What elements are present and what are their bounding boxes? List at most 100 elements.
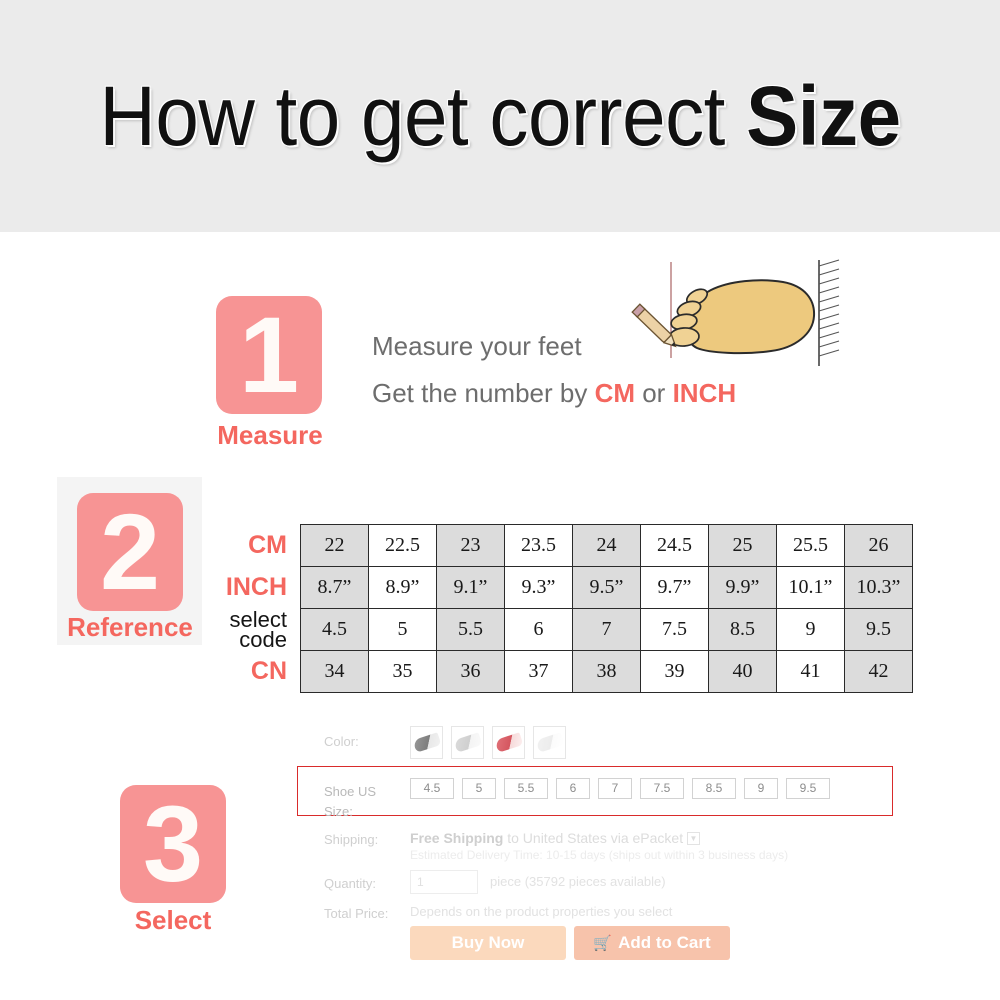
table-cell: 22 [300, 524, 369, 567]
step-caption-measure: Measure [217, 420, 323, 450]
shoe-size-label-line2: Size: [324, 804, 353, 819]
step1-units-or: or [635, 378, 673, 408]
color-swatch-light-grey[interactable] [451, 726, 484, 759]
table-cell: 9.3” [504, 566, 573, 609]
shoe-size-option[interactable]: 7 [598, 778, 632, 799]
add-to-cart-label: Add to Cart [618, 933, 711, 952]
table-cell: 8.7” [300, 566, 369, 609]
table-row: 4.5 5 5.5 6 7 7.5 8.5 9 9.5 [300, 608, 913, 651]
step1-line-units: Get the number by CM or INCH [372, 378, 736, 409]
color-label: Color: [324, 734, 359, 749]
color-swatch-red[interactable] [492, 726, 525, 759]
table-cell: 9.1” [436, 566, 505, 609]
shipping-estimate: Estimated Delivery Time: 10-15 days (shi… [410, 848, 789, 862]
table-cell: 38 [572, 650, 641, 693]
color-swatch-group[interactable] [410, 726, 566, 759]
ruler-ticks [818, 259, 840, 357]
add-to-cart-button[interactable]: 🛒 Add to Cart [574, 926, 730, 960]
table-cell: 23 [436, 524, 505, 567]
step1-line-measure: Measure your feet [372, 331, 582, 361]
size-table-row-labels: CM INCH select code CN [190, 524, 295, 692]
step1-unit-inch: INCH [672, 378, 737, 408]
foot-measurement-illustration [625, 258, 845, 370]
size-guide-page: How to get correct Size 1 Measure Measur… [0, 0, 1000, 1000]
table-row: 22 22.5 23 23.5 24 24.5 25 25.5 26 [300, 524, 913, 567]
step-badge-2: 2 [77, 493, 183, 611]
table-cell: 9 [776, 608, 845, 651]
total-price-label: Total Price: [324, 906, 389, 921]
shoe-size-option[interactable]: 6 [556, 778, 590, 799]
step-caption-select: Select [134, 905, 212, 935]
color-swatch-grey[interactable] [410, 726, 443, 759]
shoe-icon [453, 732, 482, 753]
table-cell: 25 [708, 524, 777, 567]
shoe-size-label-line1: Shoe US [324, 784, 377, 799]
shoe-size-option[interactable]: 4.5 [410, 778, 454, 799]
table-cell: 34 [300, 650, 369, 693]
table-cell: 36 [436, 650, 505, 693]
table-cell: 24.5 [640, 524, 709, 567]
quantity-label: Quantity: [324, 876, 377, 891]
quantity-availability-note: piece (35792 pieces available) [490, 874, 666, 889]
table-cell: 9.9” [708, 566, 777, 609]
shipping-label: Shipping: [324, 832, 379, 847]
table-cell: 7 [572, 608, 641, 651]
color-swatch-white[interactable] [533, 726, 566, 759]
shoe-size-option[interactable]: 5 [462, 778, 496, 799]
step-badge-3: 3 [120, 785, 226, 903]
table-cell: 23.5 [504, 524, 573, 567]
table-cell: 9.7” [640, 566, 709, 609]
shoe-size-option[interactable]: 7.5 [640, 778, 684, 799]
table-cell: 10.3” [844, 566, 913, 609]
table-cell: 4.5 [300, 608, 369, 651]
total-price-value: Depends on the product properties you se… [410, 904, 673, 919]
table-cell: 26 [844, 524, 913, 567]
table-cell: 35 [368, 650, 437, 693]
table-cell: 40 [708, 650, 777, 693]
table-cell: 8.5 [708, 608, 777, 651]
quantity-input[interactable]: 1 [410, 870, 478, 894]
table-cell: 8.9” [368, 566, 437, 609]
table-row: 8.7” 8.9” 9.1” 9.3” 9.5” 9.7” 9.9” 10.1” 10.3” [300, 566, 913, 609]
table-cell: 41 [776, 650, 845, 693]
shipping-free-text: Free Shipping [410, 830, 504, 846]
shoe-size-option[interactable]: 9.5 [786, 778, 830, 799]
table-cell: 25.5 [776, 524, 845, 567]
shipping-value: Free Shipping to United States via ePack… [410, 830, 700, 846]
table-cell: 5 [368, 608, 437, 651]
shoe-icon [412, 732, 441, 753]
step1-unit-cm: CM [594, 378, 635, 408]
buy-now-button[interactable]: Buy Now [410, 926, 566, 960]
shoe-icon [494, 732, 523, 753]
row-label-inch: INCH [225, 573, 287, 601]
table-cell: 22.5 [368, 524, 437, 567]
table-cell: 10.1” [776, 566, 845, 609]
page-title-bold: Size [746, 69, 901, 163]
table-cell: 9.5” [572, 566, 641, 609]
page-title-normal: How to get correct [99, 69, 747, 163]
shipping-rest-text: to United States via ePacket [503, 830, 684, 846]
table-cell: 37 [504, 650, 573, 693]
table-cell: 9.5 [844, 608, 913, 651]
table-cell: 5.5 [436, 608, 505, 651]
table-cell: 42 [844, 650, 913, 693]
shoe-size-option[interactable]: 9 [744, 778, 778, 799]
order-form-mock: Color: Shoe US Size: 4.5 5 5.5 6 7 7.5 8.5 9 9.5… [297, 726, 920, 960]
page-title: How to get correct Size [35, 68, 965, 164]
table-row: 34 35 36 37 38 39 40 41 42 [300, 650, 913, 693]
table-cell: 6 [504, 608, 573, 651]
row-label-cm: CM [248, 531, 287, 559]
row-label-select-code: select code [229, 607, 287, 652]
chevron-down-icon[interactable]: ▼ [687, 832, 700, 845]
shoe-size-option[interactable]: 8.5 [692, 778, 736, 799]
header-band: How to get correct Size [0, 0, 1000, 232]
step-badge-1: 1 [216, 296, 322, 414]
table-cell: 39 [640, 650, 709, 693]
shoe-size-option[interactable]: 5.5 [504, 778, 548, 799]
table-cell: 24 [572, 524, 641, 567]
shoe-icon [535, 732, 564, 753]
step1-units-prefix: Get the number by [372, 378, 595, 408]
table-cell: 7.5 [640, 608, 709, 651]
shoe-size-option-group[interactable]: 4.5 5 5.5 6 7 7.5 8.5 9 9.5 [410, 778, 830, 799]
row-label-cn: CN [250, 657, 287, 685]
